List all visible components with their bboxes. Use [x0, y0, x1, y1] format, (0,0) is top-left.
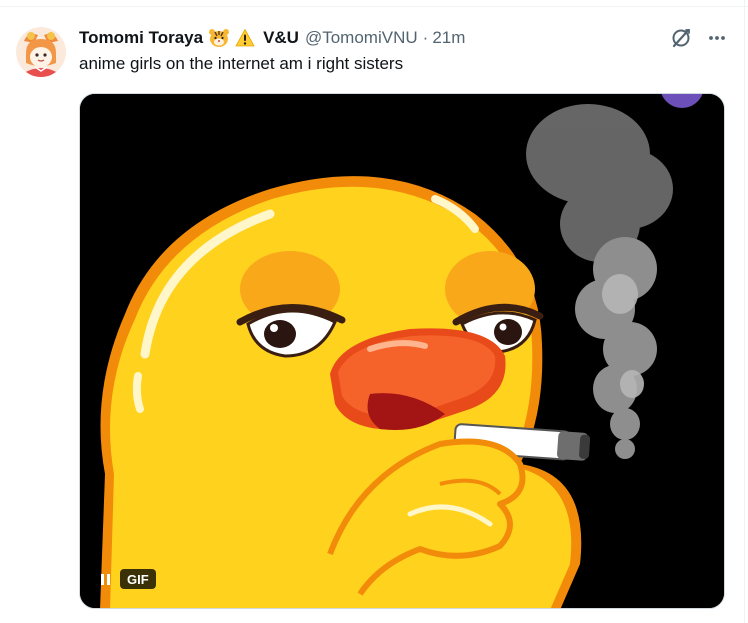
separator-dot: ·: [422, 28, 429, 47]
avatar[interactable]: [16, 27, 66, 77]
tweet-actions: [668, 25, 730, 51]
tweet-text: anime girls on the internet am i right s…: [79, 54, 404, 73]
tiger-face-icon: [208, 28, 230, 48]
divider: [0, 6, 748, 7]
author-handle[interactable]: @TomomiVNU: [305, 28, 418, 48]
tweet-header: Tomomi Toraya V&U @TomomiVNU · 21m: [79, 26, 465, 50]
gif-image: [80, 94, 724, 608]
tweet-time[interactable]: 21m: [432, 28, 465, 48]
tweet-media[interactable]: GIF: [79, 93, 725, 609]
pause-icon[interactable]: [94, 568, 116, 590]
tweet-card[interactable]: Tomomi Toraya V&U @TomomiVNU · 21m anime…: [0, 0, 748, 623]
avatar-image: [16, 27, 66, 77]
author-name-suffix[interactable]: V&U: [263, 28, 299, 48]
timeline-border: [744, 0, 745, 623]
gif-controls: GIF: [94, 568, 156, 590]
warning-icon: [235, 28, 255, 48]
grok-icon[interactable]: [668, 25, 694, 51]
author-name[interactable]: Tomomi Toraya: [79, 28, 203, 48]
more-icon[interactable]: [704, 25, 730, 51]
gif-badge: GIF: [120, 569, 156, 589]
